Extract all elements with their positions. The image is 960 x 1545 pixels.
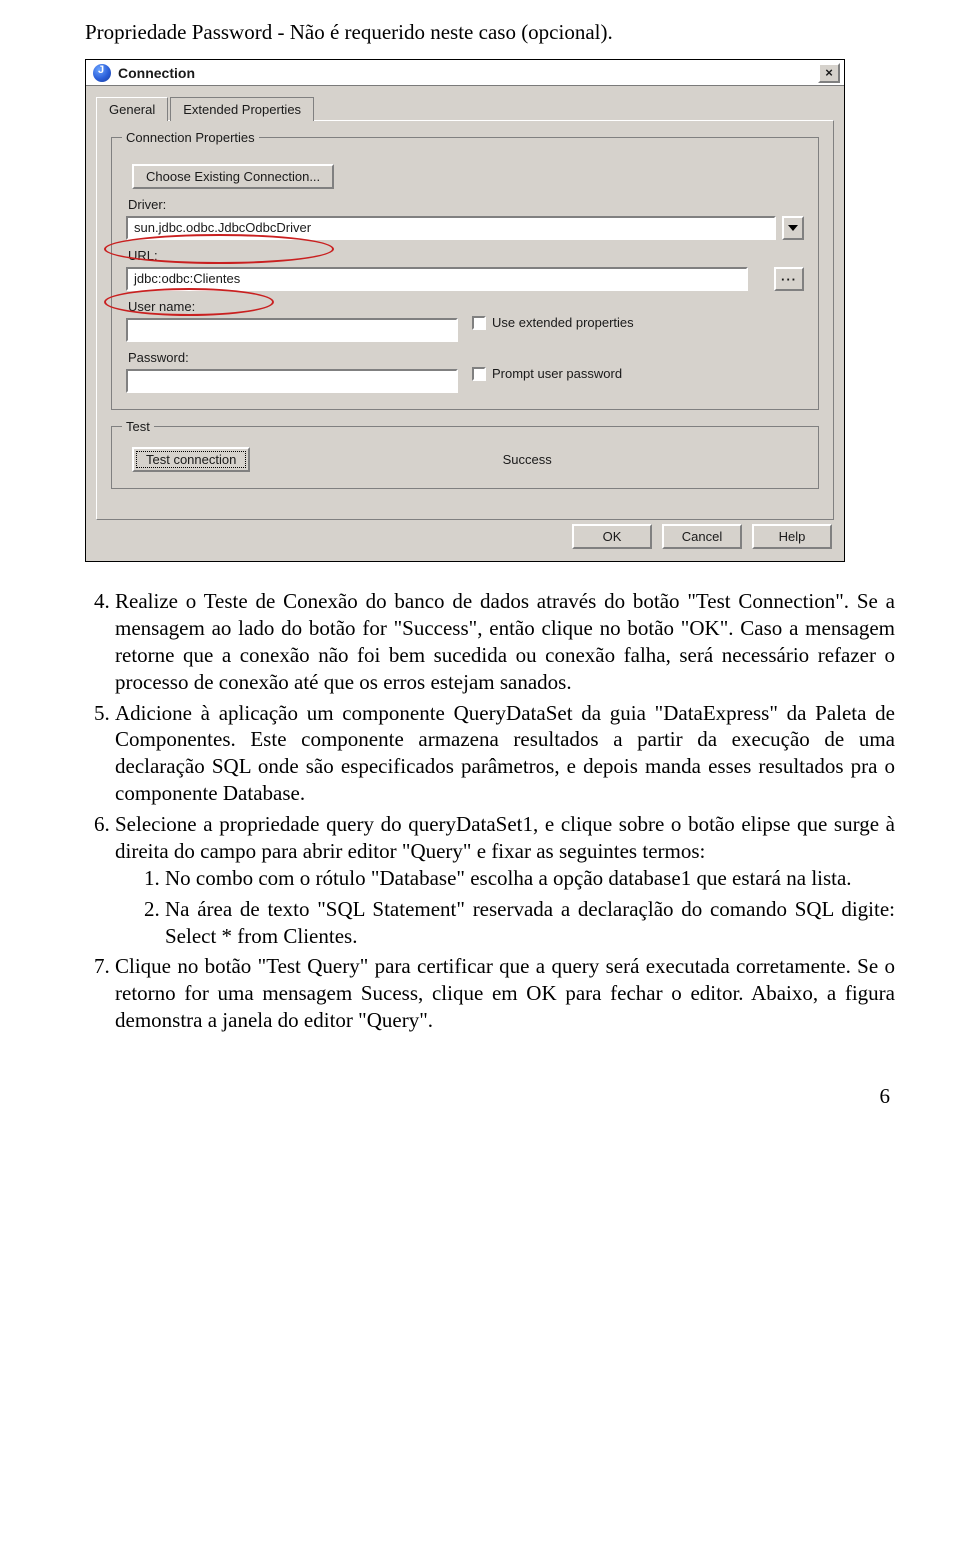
tab-panel-general: Connection Properties Choose Existing Co… [96,120,834,520]
group-connection-legend: Connection Properties [122,130,259,145]
url-label: URL: [128,248,804,263]
driver-input[interactable]: sun.jdbc.odbc.JdbcOdbcDriver [126,216,776,240]
prompt-user-password-checkbox[interactable] [472,367,486,381]
help-button[interactable]: Help [752,524,832,549]
ok-button[interactable]: OK [572,524,652,549]
titlebar: Connection × [86,60,844,86]
doc-step-6-1: No combo com o rótulo "Database" escolha… [165,865,895,892]
use-extended-properties-checkbox[interactable] [472,316,486,330]
cancel-button[interactable]: Cancel [662,524,742,549]
chevron-down-icon [788,225,798,231]
url-browse-button[interactable]: ··· [774,267,804,291]
test-connection-button[interactable]: Test connection [132,447,250,472]
doc-intro-line: Propriedade Password - Não é requerido n… [85,20,895,45]
group-test: Test Test connection Success [111,426,819,489]
group-test-legend: Test [122,419,154,434]
tab-extended-properties[interactable]: Extended Properties [170,97,314,121]
document-body: Realize o Teste de Conexão do banco de d… [85,588,895,1034]
doc-step-6-text: Selecione a propriedade query do queryDa… [115,812,895,863]
url-input[interactable]: jdbc:odbc:Clientes [126,267,748,291]
app-icon [92,63,112,83]
dialog-title: Connection [118,65,818,81]
group-connection-properties: Connection Properties Choose Existing Co… [111,137,819,410]
username-input[interactable] [126,318,458,342]
use-extended-properties-label: Use extended properties [492,315,634,330]
doc-step-5: Adicione à aplicação um componente Query… [115,700,895,808]
test-status-text: Success [250,452,804,467]
tab-general[interactable]: General [96,97,168,121]
connection-dialog: Connection × General Extended Properties… [85,59,845,562]
doc-step-4: Realize o Teste de Conexão do banco de d… [115,588,895,696]
doc-step-6: Selecione a propriedade query do queryDa… [115,811,895,949]
driver-label: Driver: [128,197,804,212]
password-input[interactable] [126,369,458,393]
dialog-button-bar: OK Cancel Help [96,520,834,549]
prompt-user-password-label: Prompt user password [492,366,622,381]
close-icon[interactable]: × [818,63,840,83]
driver-dropdown-button[interactable] [782,216,804,240]
password-label: Password: [128,350,458,365]
doc-step-6-2: Na área de texto "SQL Statement" reserva… [165,896,895,950]
doc-step-7: Clique no botão "Test Query" para certif… [115,953,895,1034]
tabstrip: General Extended Properties [96,94,834,120]
choose-existing-connection-button[interactable]: Choose Existing Connection... [132,164,334,189]
username-label: User name: [128,299,458,314]
page-number: 6 [85,1084,895,1109]
